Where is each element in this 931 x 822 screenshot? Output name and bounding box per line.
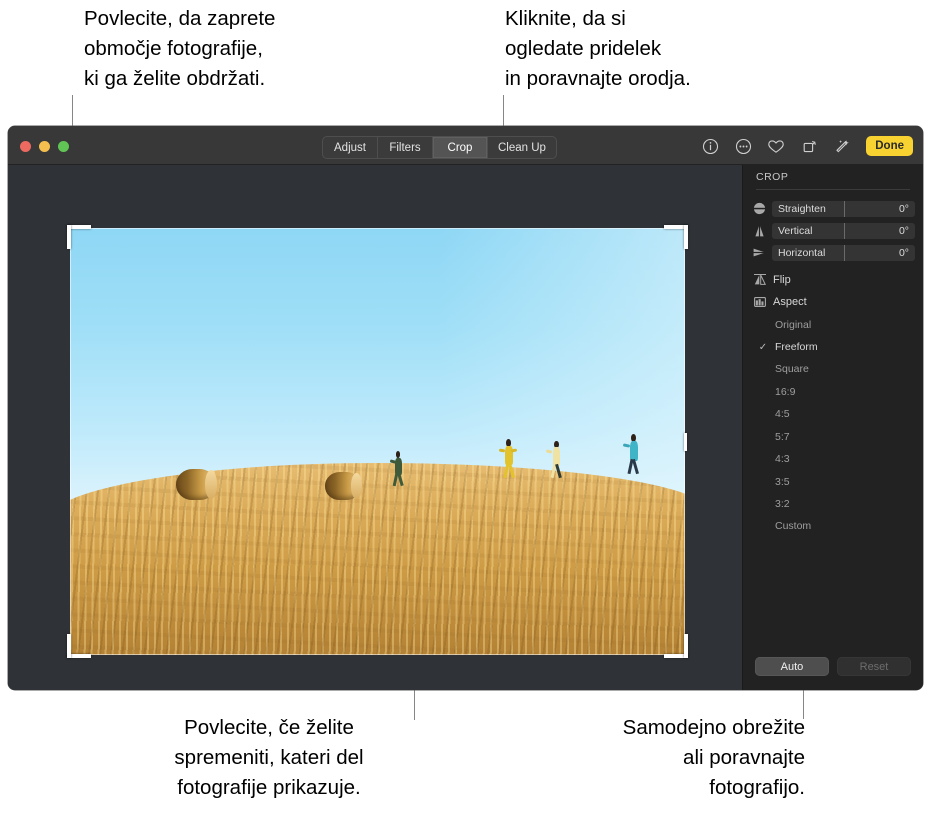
slider-row-straighten[interactable]: Straighten 0° (751, 200, 915, 217)
horizontal-slider[interactable]: Horizontal 0° (772, 244, 915, 261)
callout-auto-crop: Samodejno obrežite ali poravnajte fotogr… (622, 716, 805, 799)
sidebar-divider (756, 189, 910, 190)
flip-label: Flip (773, 274, 791, 286)
aspect-option-label: 16:9 (775, 386, 796, 398)
reset-button: Reset (837, 657, 911, 676)
aspect-option-freeform[interactable]: ✓ Freeform (751, 339, 915, 355)
photo-image[interactable] (70, 228, 685, 655)
crop-frame[interactable] (67, 225, 688, 658)
aspect-option-label: 3:5 (775, 476, 790, 488)
straighten-slider[interactable]: Straighten 0° (772, 200, 915, 217)
aspect-option-label: Freeform (775, 341, 818, 353)
crop-handle-top-right-v[interactable] (684, 225, 688, 249)
menu-row-aspect[interactable]: Aspect (751, 293, 915, 311)
aspect-option-label: Original (775, 319, 812, 331)
runner-3 (545, 440, 564, 478)
crop-edge-top (70, 228, 685, 229)
aspect-option-label: Custom (775, 520, 812, 532)
sidebar-action-buttons: Auto Reset (755, 657, 911, 676)
runner-2 (498, 438, 518, 478)
crop-edge-bottom (70, 654, 685, 655)
edit-mode-segmented-control[interactable]: Adjust Filters Crop Clean Up (322, 136, 557, 159)
tab-crop[interactable]: Crop (433, 137, 488, 158)
window-controls (20, 141, 69, 152)
aspect-label: Aspect (773, 296, 807, 308)
hay-bale-right (325, 472, 362, 500)
aspect-option-label: Square (775, 363, 809, 375)
aspect-option-original[interactable]: Original (751, 317, 915, 333)
favorite-heart-icon[interactable] (765, 135, 787, 157)
aspect-option-3-2[interactable]: 3:2 (751, 496, 915, 512)
photos-editor-window: Adjust Filters Crop Clean Up Done CROP S… (8, 126, 923, 690)
slider-row-vertical[interactable]: Vertical 0° (751, 222, 915, 239)
callout-drag-to-reposition: Povlecite, če želite spremeniti, kateri … (174, 716, 364, 799)
vertical-slider[interactable]: Vertical 0° (772, 222, 915, 239)
straighten-value: 0° (898, 202, 909, 215)
aspect-option-label: 4:3 (775, 453, 790, 465)
hay-bale-left (175, 468, 217, 500)
aspect-option-label: 3:2 (775, 498, 790, 510)
vertical-value: 0° (898, 224, 909, 237)
crop-edge-left (70, 228, 71, 655)
vertical-label: Vertical (778, 224, 813, 237)
runner-4 (622, 433, 641, 475)
callout-drag-to-crop: Povlecite, da zaprete območje fotografij… (84, 7, 276, 90)
aspect-option-3-5[interactable]: 3:5 (751, 474, 915, 490)
auto-enhance-icon[interactable] (831, 135, 853, 157)
flip-icon (751, 272, 768, 289)
auto-button[interactable]: Auto (755, 657, 829, 676)
horizontal-knob[interactable] (843, 244, 845, 261)
rotate-icon[interactable] (798, 135, 820, 157)
crop-handle-right-middle[interactable] (684, 432, 687, 451)
aspect-check-freeform: ✓ (758, 341, 768, 353)
horizontal-label: Horizontal (778, 246, 826, 259)
callout-click-to-view-tools: Kliknite, da si ogledate pridelek in por… (505, 7, 691, 90)
info-icon[interactable] (699, 135, 721, 157)
crop-handle-bottom-left-v[interactable] (67, 634, 71, 658)
horizontal-perspective-icon (751, 244, 768, 261)
aspect-option-5-7[interactable]: 5:7 (751, 429, 915, 445)
vertical-knob[interactable] (843, 222, 845, 239)
aspect-icon (751, 294, 768, 311)
maximize-button[interactable] (58, 141, 69, 152)
straighten-label: Straighten (778, 202, 826, 215)
crop-handle-top-left-v[interactable] (67, 225, 71, 249)
crop-handle-bottom-right-v[interactable] (684, 634, 688, 658)
window-titlebar: Adjust Filters Crop Clean Up Done (8, 126, 923, 165)
straighten-knob[interactable] (843, 200, 845, 217)
slider-row-horizontal[interactable]: Horizontal 0° (751, 244, 915, 261)
sidebar-title: CROP (756, 171, 789, 183)
menu-row-flip[interactable]: Flip (751, 271, 915, 289)
runner-1 (389, 451, 404, 487)
aspect-option-label: 4:5 (775, 408, 790, 420)
aspect-option-custom[interactable]: Custom (751, 518, 915, 534)
aspect-option-4-5[interactable]: 4:5 (751, 406, 915, 422)
aspect-option-4-3[interactable]: 4:3 (751, 451, 915, 467)
more-options-icon[interactable] (732, 135, 754, 157)
aspect-option-square[interactable]: Square (751, 361, 915, 377)
straighten-icon (751, 200, 768, 217)
field-region (70, 462, 685, 655)
vertical-perspective-icon (751, 222, 768, 239)
toolbar-actions: Done (699, 135, 913, 157)
tab-adjust[interactable]: Adjust (323, 137, 378, 158)
aspect-option-label: 5:7 (775, 431, 790, 443)
tab-clean-up[interactable]: Clean Up (488, 137, 556, 158)
crop-inspector-sidebar: CROP Straighten 0° Vertical 0° Horizonta… (742, 165, 923, 690)
aspect-option-16-9[interactable]: 16:9 (751, 384, 915, 400)
tab-filters[interactable]: Filters (378, 137, 433, 158)
horizontal-value: 0° (898, 246, 909, 259)
photo-canvas (8, 165, 743, 690)
close-button[interactable] (20, 141, 31, 152)
callout-leader-bottom-right (803, 685, 804, 719)
done-button[interactable]: Done (866, 136, 913, 156)
minimize-button[interactable] (39, 141, 50, 152)
